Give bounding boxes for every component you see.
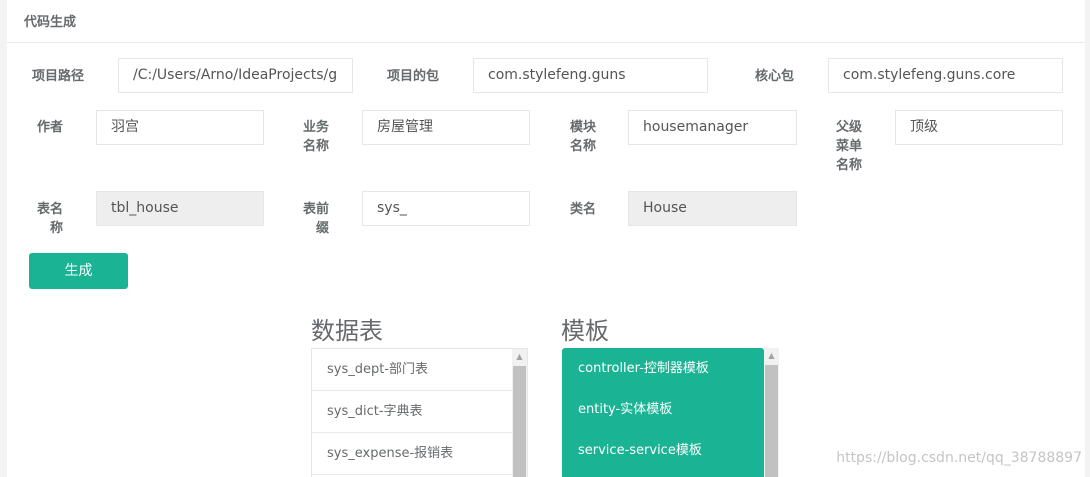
list-item[interactable]: service-service模板 [562, 430, 764, 471]
tables-list[interactable]: sys_dept-部门表 sys_dict-字典表 sys_expense-报销… [311, 348, 528, 477]
code-generator-panel: 代码生成 项目路径 /C:/Users/Arno/IdeaProjects/g … [7, 0, 1085, 477]
panel-title: 代码生成 [24, 15, 77, 30]
module-name-input[interactable]: housemanager [628, 110, 797, 145]
tables-title: 数据表 [311, 317, 383, 345]
author-label: 作者 [37, 120, 64, 135]
core-package-label: 核心包 [755, 69, 795, 84]
core-package-input[interactable]: com.stylefeng.guns.core [828, 58, 1063, 93]
scrollbar-thumb[interactable] [513, 366, 526, 477]
project-package-label: 项目的包 [387, 69, 440, 84]
generate-button[interactable]: 生成 [29, 253, 128, 289]
project-path-label: 项目路径 [32, 69, 85, 84]
templates-title: 模板 [561, 317, 609, 345]
author-input[interactable]: 羽宫 [96, 110, 264, 145]
biz-name-label: 业务 名称 [303, 120, 330, 154]
table-prefix-input[interactable]: sys_ [362, 191, 530, 226]
module-name-label: 模块 名称 [570, 120, 597, 154]
list-item[interactable]: sys_expense-报销表 [312, 433, 514, 475]
scroll-up-icon[interactable]: ▲ [764, 348, 779, 363]
list-item[interactable]: sys_dict-字典表 [312, 391, 514, 433]
list-item[interactable]: controller-控制器模板 [562, 348, 764, 389]
project-package-input[interactable]: com.stylefeng.guns [473, 58, 708, 93]
watermark: https://blog.csdn.net/qq_38788897 [836, 450, 1082, 466]
table-name-label: 表名 称 [37, 202, 64, 236]
project-path-input[interactable]: /C:/Users/Arno/IdeaProjects/g [118, 58, 353, 93]
class-name-input: House [628, 191, 797, 226]
parent-menu-label: 父级 菜单 名称 [836, 120, 863, 173]
class-name-label: 类名 [570, 202, 597, 217]
scrollbar-thumb[interactable] [765, 365, 778, 477]
parent-menu-input[interactable]: 顶级 [895, 110, 1063, 145]
tables-scrollbar[interactable]: ▲ [512, 349, 527, 477]
templates-selected-area: controller-控制器模板 entity-实体模板 service-ser… [562, 348, 764, 477]
templates-list[interactable]: controller-控制器模板 entity-实体模板 service-ser… [562, 348, 779, 477]
templates-scrollbar[interactable]: ▲ [764, 348, 779, 477]
scroll-up-icon[interactable]: ▲ [512, 349, 527, 364]
biz-name-input[interactable]: 房屋管理 [362, 110, 530, 145]
table-prefix-label: 表前 缀 [303, 202, 330, 236]
panel-header: 代码生成 [7, 0, 1085, 43]
list-item[interactable]: sys_dept-部门表 [312, 349, 514, 391]
table-name-input: tbl_house [96, 191, 264, 226]
list-item[interactable]: entity-实体模板 [562, 389, 764, 430]
